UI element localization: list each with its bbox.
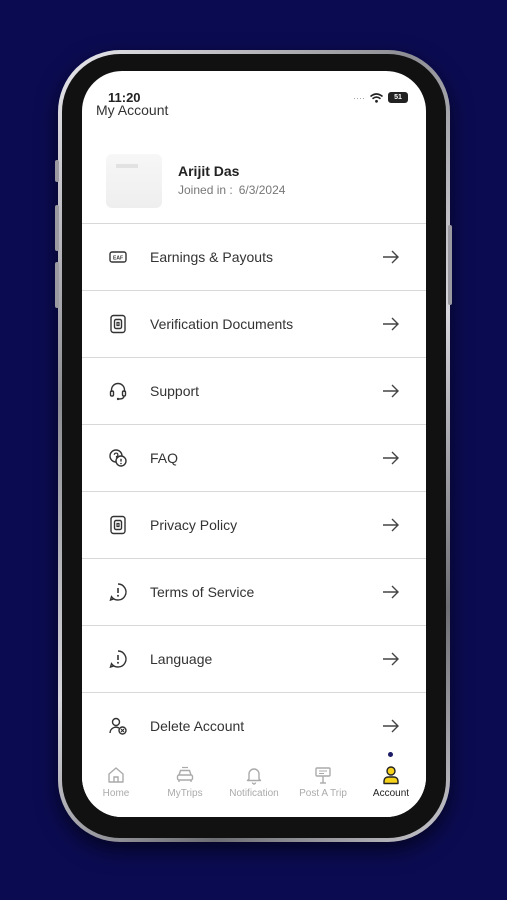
nav-label: MyTrips: [167, 788, 203, 799]
bottom-nav: Home MyTrips Notification Post A Trip Ac…: [82, 751, 426, 817]
nav-item-account[interactable]: Account: [357, 765, 425, 799]
alert-icon: [109, 583, 127, 602]
bell-icon: [246, 768, 262, 785]
arrow-right-icon: [383, 652, 399, 666]
menu-item-verification-documents[interactable]: Verification Documents: [82, 290, 426, 357]
menu-item-terms-of-service[interactable]: Terms of Service: [82, 558, 426, 625]
menu-item-label: Language: [150, 651, 213, 667]
menu-item-label: Privacy Policy: [150, 517, 238, 533]
avatar: [106, 154, 162, 208]
user-name: Arijit Das: [178, 163, 240, 179]
volume-up-button: [55, 205, 59, 251]
status-bar-indicators: ···· 51: [353, 92, 408, 103]
arrow-right-icon: [383, 719, 399, 733]
battery-icon: 51: [388, 92, 408, 103]
arrow-right-icon: [383, 250, 399, 264]
home-icon: [108, 767, 124, 783]
menu-item-language[interactable]: Language: [82, 625, 426, 692]
document-icon: [110, 515, 126, 535]
menu-item-label: FAQ: [150, 450, 179, 466]
faq-icon: [109, 449, 127, 467]
menu-item-label: Terms of Service: [150, 584, 255, 600]
arrow-right-icon: [383, 384, 399, 398]
power-button: [448, 225, 452, 305]
nav-item-home[interactable]: Home: [82, 765, 150, 799]
active-indicator: [388, 752, 393, 757]
arrow-right-icon: [383, 518, 399, 532]
menu-item-label: Delete Account: [150, 718, 245, 734]
menu-item-label: Verification Documents: [150, 316, 294, 332]
signal-icon: ····: [353, 92, 365, 103]
nav-item-post-a-trip[interactable]: Post A Trip: [289, 765, 357, 799]
volume-down-button: [55, 262, 59, 308]
page-title: My Account: [96, 102, 169, 118]
arrow-right-icon: [383, 585, 399, 599]
nav-label: Home: [102, 788, 130, 799]
document-icon: [110, 314, 126, 334]
menu-item-delete-account[interactable]: Delete Account: [82, 692, 426, 759]
svg-text:EAF: EAF: [113, 256, 123, 262]
headset-icon: [109, 382, 127, 401]
alert-icon: [109, 650, 127, 669]
menu-item-label: Earnings & Payouts: [150, 249, 273, 265]
menu-item-faq[interactable]: FAQ: [82, 424, 426, 491]
nav-item-mytrips[interactable]: MyTrips: [151, 765, 219, 799]
joined-label: Joined in :: [178, 183, 233, 197]
arrow-right-icon: [383, 317, 399, 331]
menu-item-privacy-policy[interactable]: Privacy Policy: [82, 491, 426, 558]
joined-info: Joined in : 6/3/2024: [178, 183, 291, 197]
user-icon: [383, 766, 399, 785]
car-icon: [176, 766, 194, 782]
app-screen: 11:20 My Account ···· 51 Arijit Das Join…: [82, 71, 426, 817]
account-menu: EAF Earnings & Payouts Verification Docu…: [82, 223, 426, 759]
user-delete-icon: [109, 717, 127, 735]
profile-card[interactable]: Arijit Das Joined in : 6/3/2024: [82, 141, 426, 221]
menu-item-support[interactable]: Support: [82, 357, 426, 424]
arrow-right-icon: [383, 451, 399, 465]
mute-switch: [55, 160, 59, 182]
joined-date: 6/3/2024: [238, 183, 286, 197]
wifi-icon: [370, 92, 383, 103]
earnings-icon: EAF: [109, 251, 127, 263]
nav-label: Account: [372, 788, 410, 799]
menu-item-label: Support: [150, 383, 200, 399]
nav-item-notification[interactable]: Notification: [220, 765, 288, 799]
signpost-icon: [315, 767, 331, 784]
menu-item-earnings-payouts[interactable]: EAF Earnings & Payouts: [82, 223, 426, 290]
nav-label: Post A Trip: [299, 788, 347, 799]
nav-label: Notification: [229, 788, 279, 799]
